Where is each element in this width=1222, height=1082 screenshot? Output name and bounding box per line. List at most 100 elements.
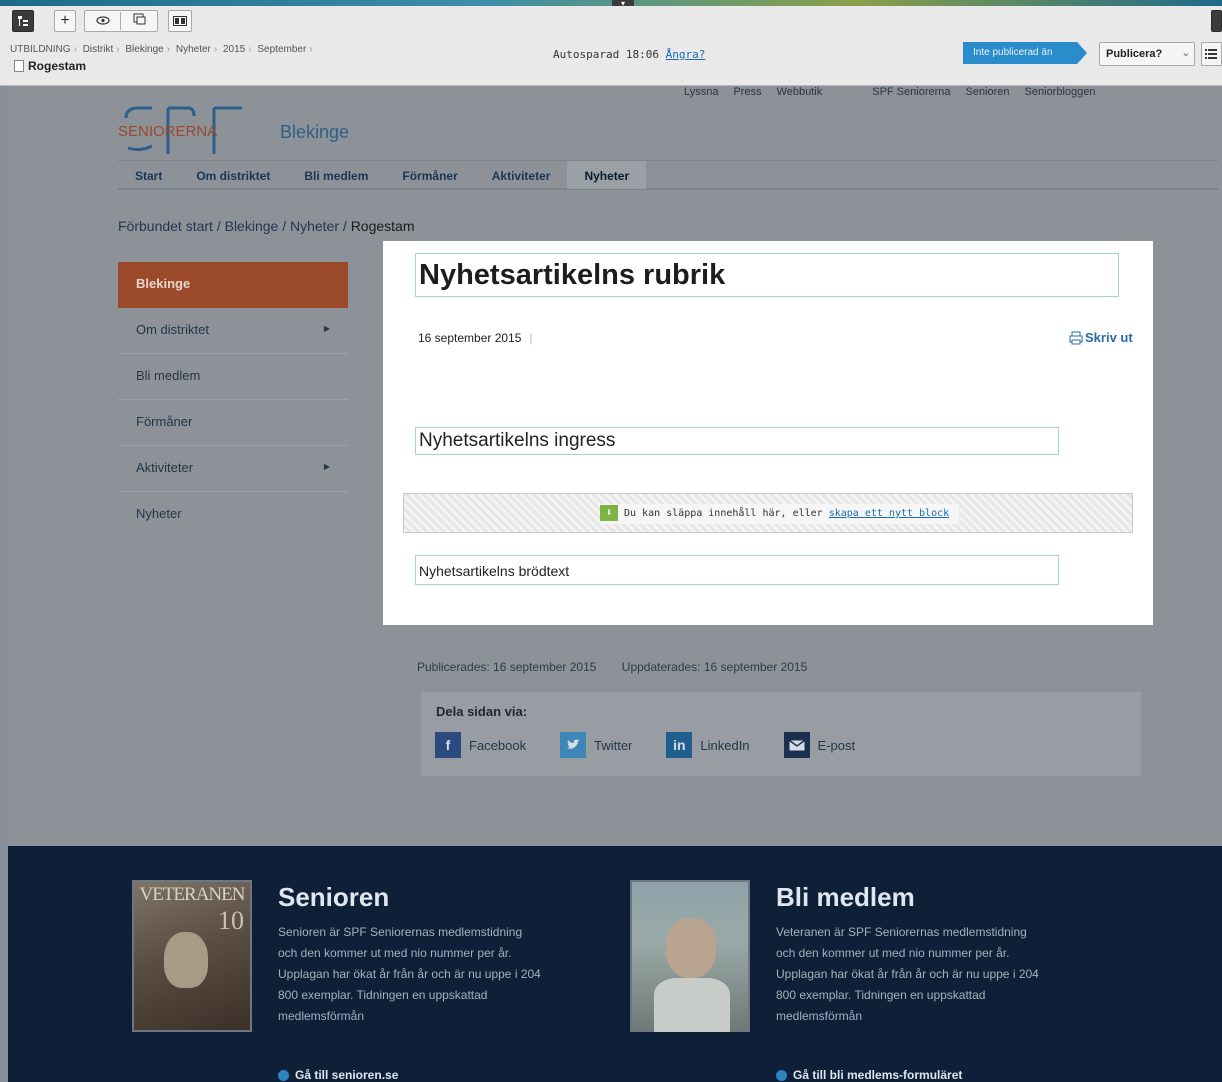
side-menu-label: Aktiviteter xyxy=(136,460,194,475)
breadcrumb-link[interactable]: Blekinge xyxy=(225,218,279,234)
article-title-field[interactable]: Nyhetsartikelns rubrik xyxy=(415,253,1119,297)
nav-aktiviteter[interactable]: Aktiviteter xyxy=(475,161,568,189)
utility-nav: Lyssna Press Webbutik SPF Seniorerna Sen… xyxy=(684,86,1096,98)
photo-shirt xyxy=(654,978,730,1032)
arrow-circle-icon xyxy=(776,1069,787,1081)
magazine-issue-number: 10 xyxy=(218,906,244,935)
article-ingress-field[interactable]: Nyhetsartikelns ingress xyxy=(415,427,1059,455)
expand-arrow-icon: ▶ xyxy=(323,462,330,471)
create-block-link[interactable]: skapa ett nytt block xyxy=(829,508,949,519)
crumb[interactable]: Nyheter xyxy=(176,44,211,55)
on-page-edit-area: Nyhetsartikelns rubrik 16 september 2015… xyxy=(383,241,1153,625)
share-facebook-button[interactable]: f Facebook xyxy=(435,732,526,758)
publish-button[interactable]: Publicera? ⌄ xyxy=(1099,42,1195,66)
breadcrumb-link[interactable]: Nyheter xyxy=(290,218,339,234)
crumb[interactable]: Blekinge xyxy=(125,44,163,55)
eye-icon xyxy=(95,16,110,25)
crumb[interactable]: UTBILDNING xyxy=(10,44,71,55)
senioren-text: Senioren är SPF Seniorernas medlemstidni… xyxy=(278,925,541,1023)
drop-zone-message: ⬇ Du kan släppa innehåll här, eller skap… xyxy=(600,504,960,524)
publish-status-badge: Inte publicerad än xyxy=(963,42,1087,64)
site-footer: VETERANEN 10 Senioren Senioren är SPF Se… xyxy=(8,846,1222,1082)
district-name: Blekinge xyxy=(280,122,350,142)
senioren-link-label: Gå till senioren.se xyxy=(295,1068,399,1082)
util-link-press[interactable]: Press xyxy=(733,86,761,98)
publish-info: Publicerades: 16 september 2015 Uppdater… xyxy=(417,660,807,674)
assets-pane-button[interactable] xyxy=(1211,10,1222,32)
bli-medlem-link[interactable]: Gå till bli medlems-formuläret xyxy=(776,1068,962,1082)
nav-formaner[interactable]: Förmåner xyxy=(385,161,474,189)
crumb[interactable]: Distrikt xyxy=(83,44,114,55)
side-menu-item-bli-medlem[interactable]: Bli medlem xyxy=(118,354,348,400)
printer-icon xyxy=(1069,331,1083,344)
side-menu-item-om-distriktet[interactable]: Om distriktet ▶ xyxy=(118,308,348,354)
logo-text: SENIORERNA xyxy=(118,123,217,140)
crumb[interactable]: 2015 xyxy=(223,44,245,55)
drop-zone-text: Du kan släppa innehåll här, eller xyxy=(624,508,823,519)
add-button[interactable]: + xyxy=(54,10,76,32)
side-menu: Blekinge Om distriktet ▶ Bli medlem Förm… xyxy=(118,262,348,538)
share-linkedin-button[interactable]: in LinkedIn xyxy=(666,732,750,758)
tree-icon xyxy=(18,16,28,26)
util-link-senioren[interactable]: Senioren xyxy=(966,86,1010,98)
util-link-lyssna[interactable]: Lyssna xyxy=(684,86,718,98)
publish-button-label: Publicera? xyxy=(1106,48,1163,60)
spf-logo-mark: SENIORERNA xyxy=(118,106,242,154)
compare-button[interactable] xyxy=(121,12,157,30)
list-icon xyxy=(1205,49,1217,59)
nav-start[interactable]: Start xyxy=(118,161,179,189)
share-email-button[interactable]: E-post xyxy=(783,732,856,758)
side-menu-heading[interactable]: Blekinge xyxy=(118,262,348,308)
side-menu-item-formaner[interactable]: Förmåner xyxy=(118,400,348,446)
twitter-icon xyxy=(560,732,587,758)
toggle-list-button[interactable] xyxy=(1201,42,1222,66)
page-icon xyxy=(14,60,24,72)
print-link[interactable]: Skriv ut xyxy=(1069,330,1133,345)
share-twitter-button[interactable]: Twitter xyxy=(560,732,632,758)
bli-medlem-photo[interactable] xyxy=(630,880,750,1032)
spf-logo[interactable]: SENIORERNA xyxy=(118,104,258,154)
share-label: Twitter xyxy=(594,737,633,753)
senioren-title: Senioren xyxy=(278,882,390,912)
magazine-masthead: VETERANEN xyxy=(139,884,246,905)
nav-nyheter[interactable]: Nyheter xyxy=(567,161,647,189)
all-properties-button[interactable] xyxy=(168,10,192,32)
page-tree-button[interactable] xyxy=(12,10,34,32)
preview-button[interactable] xyxy=(85,12,121,30)
autosave-text: Autosparad 18:06 xyxy=(553,48,659,61)
share-heading: Dela sidan via: xyxy=(436,704,528,719)
breadcrumb-link[interactable]: Förbundet start xyxy=(118,218,213,234)
share-label: E-post xyxy=(817,737,856,753)
article-date-text: 16 september 2015 xyxy=(418,331,522,345)
breadcrumb-current: Rogestam xyxy=(350,218,415,234)
nav-bli-medlem[interactable]: Bli medlem xyxy=(287,161,385,189)
share-label: Facebook xyxy=(469,737,527,753)
site-breadcrumb: Förbundet start / Blekinge / Nyheter / R… xyxy=(118,218,415,234)
expand-arrow-icon: ▶ xyxy=(323,324,330,333)
article-body-field[interactable]: Nyhetsartikelns brödtext xyxy=(415,555,1059,585)
crumb[interactable]: September xyxy=(257,44,306,55)
bli-medlem-link-label: Gå till bli medlems-formuläret xyxy=(793,1068,963,1082)
facebook-icon: f xyxy=(435,732,461,758)
undo-link[interactable]: Ångra? xyxy=(666,48,706,61)
arrow-circle-icon xyxy=(278,1069,289,1081)
main-nav: Start Om distriktet Bli medlem Förmåner … xyxy=(118,160,1218,190)
autosave-status: Autosparad 18:06 Ångra? xyxy=(553,48,705,61)
side-menu-item-aktiviteter[interactable]: Aktiviteter ▶ xyxy=(118,446,348,492)
photo-person xyxy=(666,918,716,978)
print-label: Skriv ut xyxy=(1085,330,1133,345)
content-drop-zone[interactable]: ⬇ Du kan släppa innehåll här, eller skap… xyxy=(403,493,1133,533)
side-menu-item-nyheter[interactable]: Nyheter xyxy=(118,492,348,538)
util-link-webbutik[interactable]: Webbutik xyxy=(777,86,823,98)
senioren-magazine-cover[interactable]: VETERANEN 10 xyxy=(132,880,252,1032)
linkedin-icon: in xyxy=(666,732,693,758)
senioren-link[interactable]: Gå till senioren.se xyxy=(278,1068,398,1082)
util-link-spf[interactable]: SPF Seniorerna xyxy=(872,86,950,98)
bli-medlem-title: Bli medlem xyxy=(776,882,915,912)
published-date: Publicerades: 16 september 2015 xyxy=(417,660,597,674)
article-date: 16 september 2015 | xyxy=(418,331,533,345)
editor-breadcrumb: UTBILDNING › Distrikt › Blekinge › Nyheter ›… xyxy=(10,44,313,55)
nav-om-distriktet[interactable]: Om distriktet xyxy=(179,161,287,189)
util-link-seniorbloggen[interactable]: Seniorbloggen xyxy=(1025,86,1096,98)
share-box: Dela sidan via: f Facebook Twitter in Li… xyxy=(421,692,1141,776)
